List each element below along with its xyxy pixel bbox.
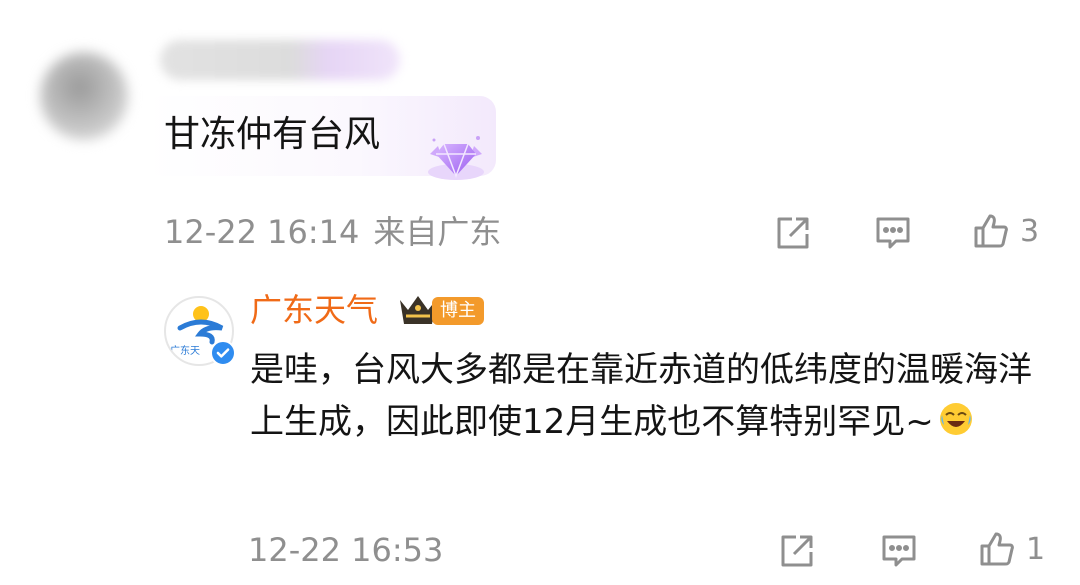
comment-share-button[interactable] (774, 214, 812, 252)
commenter-name-blurred[interactable] (160, 40, 400, 80)
like-icon (974, 214, 1008, 248)
blogger-badge: 博主 (432, 297, 484, 325)
comment-meta: 12-22 16:14 来自广东 (164, 212, 501, 252)
comment-reply-button[interactable] (874, 214, 912, 252)
share-icon (781, 535, 813, 567)
commenter-avatar[interactable] (40, 52, 128, 140)
comment-location: 来自广东 (373, 213, 502, 251)
reply-text: 是哇，台风大多都是在靠近赤道的低纬度的温暖海洋上生成，因此即使12月生成也不算特… (250, 350, 1032, 442)
reply-share-button[interactable] (778, 532, 816, 570)
share-icon (777, 217, 809, 249)
comment-icon (876, 217, 910, 249)
reply-comment-button[interactable] (880, 532, 918, 570)
reply-like-button[interactable]: 1 (978, 530, 1045, 568)
verified-icon (210, 340, 236, 366)
comment-like-count: 3 (1020, 213, 1040, 249)
laugh-cry-emoji-icon (939, 403, 972, 435)
gem-badge-icon (428, 136, 484, 180)
comment-like-button[interactable]: 3 (972, 212, 1039, 250)
reply-avatar-text: 广东天 (170, 346, 200, 357)
comment-icon (882, 535, 916, 567)
reply-author-name[interactable]: 广东天气 (250, 290, 378, 330)
comment-text: 甘冻仲有台风 (164, 114, 381, 155)
reply-like-count: 1 (1026, 531, 1046, 567)
reply-time: 12-22 16:53 (248, 531, 444, 569)
like-icon (980, 532, 1014, 566)
comment-time: 12-22 16:14 (164, 213, 360, 251)
reply-meta: 12-22 16:53 (248, 530, 443, 570)
